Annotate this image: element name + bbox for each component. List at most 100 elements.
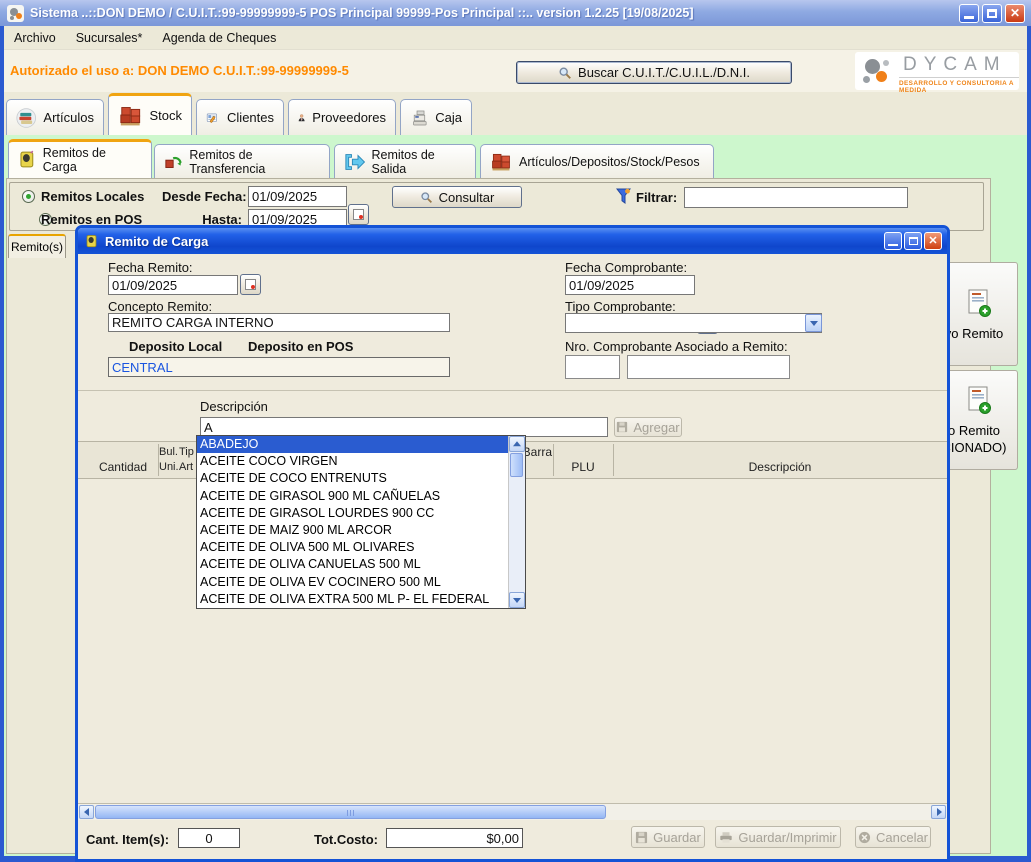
desde-calendar-button[interactable] <box>348 204 369 225</box>
nro-comprobante-input-2[interactable] <box>627 355 790 379</box>
main-tab-strip: Artículos Stock Clientes <box>4 92 1027 135</box>
suggestion-item[interactable]: ABADEJO <box>197 436 508 453</box>
concepto-remito-input[interactable] <box>108 313 450 332</box>
tot-costo-label: Tot.Costo: <box>314 832 378 847</box>
suggestion-item[interactable]: ACEITE DE OLIVA EV COCINERO 500 ML <box>197 574 508 591</box>
subtab-remitos-carga[interactable]: Remitos de Carga <box>8 139 152 178</box>
tot-costo-input[interactable] <box>386 828 523 848</box>
add-save-icon <box>616 421 628 433</box>
suggestion-item[interactable]: ACEITE DE COCO ENTRENUTS <box>197 470 508 487</box>
tab-caja-label: Caja <box>435 110 462 125</box>
new-document-icon <box>966 385 992 415</box>
dycam-logo: DYCAM DESARROLLO Y CONSULTORIA A MEDIDA <box>855 52 1019 90</box>
tab-clientes[interactable]: Clientes <box>196 99 284 135</box>
dialog-titlebar: Remito de Carga ✕ <box>78 228 947 254</box>
suggestion-item[interactable]: ACEITE DE GIRASOL 900 ML CAÑUELAS <box>197 488 508 505</box>
consultar-label: Consultar <box>439 190 495 205</box>
fecha-remito-input[interactable] <box>108 275 238 295</box>
subtab-remitos-salida[interactable]: Remitos de Salida <box>334 144 476 178</box>
search-icon <box>558 66 572 80</box>
fecha-comprobante-input[interactable] <box>565 275 695 295</box>
remitos-list-tab-label: Remito(s) <box>11 240 63 254</box>
suggestion-item[interactable]: ACEITE DE GIRASOL LOURDES 900 CC <box>197 505 508 522</box>
tab-caja[interactable]: Caja <box>400 99 472 135</box>
col-bul: Bul. <box>159 446 179 458</box>
subtab-remitos-transferencia-label: Remitos de Transferencia <box>189 148 320 176</box>
radio-remitos-locales[interactable] <box>22 190 35 203</box>
scroll-right-button[interactable] <box>931 805 946 819</box>
remito-de-carga-dialog: Remito de Carga ✕ Fecha Remito: Concepto… <box>75 225 950 862</box>
suggestion-item[interactable]: ACEITE DE OLIVA EXTRA 500 ML P- EL FEDER… <box>197 591 508 608</box>
descripcion-search-input[interactable] <box>200 417 608 437</box>
dialog-maximize-button[interactable] <box>904 232 922 250</box>
tab-stock[interactable]: Stock <box>108 93 192 135</box>
stock-boxes-icon <box>118 103 142 129</box>
window-title: Sistema ..::DON DEMO / C.U.I.T.:99-99999… <box>30 6 693 20</box>
suggestion-item[interactable]: ACEITE DE OLIVA 500 ML OLIVARES <box>197 539 508 556</box>
tab-articulos-label: Artículos <box>43 110 94 125</box>
application-window: Sistema ..::DON DEMO / C.U.I.T.:99-99999… <box>0 0 1031 862</box>
menu-item[interactable]: Sucursales* <box>66 28 153 48</box>
guardar-button[interactable]: Guardar <box>631 826 705 848</box>
scrollbar-thumb[interactable] <box>510 453 523 477</box>
menu-item[interactable]: Agenda de Cheques <box>152 28 286 48</box>
exit-arrow-icon <box>344 152 365 172</box>
suggestion-item[interactable]: ACEITE COCO VIRGEN <box>197 453 508 470</box>
agregar-label: Agregar <box>633 420 679 435</box>
cancelar-button[interactable]: Cancelar <box>855 826 931 848</box>
authorized-text: Autorizado el uso a: DON DEMO C.U.I.T.:9… <box>10 63 349 78</box>
grid-horizontal-scrollbar[interactable] <box>78 803 947 820</box>
minimize-button[interactable] <box>959 4 979 23</box>
tab-proveedores[interactable]: Proveedores <box>288 99 396 135</box>
descripcion-label: Descripción <box>200 399 268 414</box>
tab-articulos[interactable]: Artículos <box>6 99 104 135</box>
col-descripcion: Descripción <box>613 460 947 474</box>
desde-fecha-input[interactable] <box>248 186 347 207</box>
dialog-minimize-button[interactable] <box>884 232 902 250</box>
suggestion-item[interactable]: ACEITE DE OLIVA CANUELAS 500 ML <box>197 556 508 573</box>
tipo-comprobante-combo[interactable] <box>565 313 822 333</box>
nuevo-remito-button[interactable]: vo Remito <box>940 262 1018 366</box>
desde-fecha-label: Desde Fecha: <box>162 189 247 204</box>
scroll-up-button[interactable] <box>509 436 525 452</box>
guardar-imprimir-button[interactable]: Guardar/Imprimir <box>715 826 841 848</box>
subtab-remitos-transferencia[interactable]: Remitos de Transferencia <box>154 144 330 178</box>
suggestion-dropdown: ABADEJOACEITE COCO VIRGENACEITE DE COCO … <box>196 435 526 609</box>
nuevo-remito-seleccionado-button[interactable]: o Remito CIONADO) <box>940 370 1018 470</box>
filtrar-input[interactable] <box>684 187 908 208</box>
consultar-button[interactable]: Consultar <box>392 186 522 208</box>
menu-bar: ArchivoSucursales*Agenda de Cheques <box>4 26 1027 50</box>
remitos-list-tab[interactable]: Remito(s) <box>8 234 66 258</box>
client-card-icon <box>206 106 220 130</box>
cancel-icon <box>858 831 871 844</box>
suggestion-list: ABADEJOACEITE COCO VIRGENACEITE DE COCO … <box>197 436 508 608</box>
combo-dropdown-button[interactable] <box>805 314 822 332</box>
suggestion-item[interactable]: ACEITE DE MAIZ 900 ML ARCOR <box>197 522 508 539</box>
dialog-close-button[interactable]: ✕ <box>924 232 942 250</box>
nro-comprobante-input-1[interactable] <box>565 355 620 379</box>
cant-items-input[interactable] <box>178 828 240 848</box>
close-button[interactable]: ✕ <box>1005 4 1025 23</box>
horizontal-scrollbar-thumb[interactable] <box>95 805 606 819</box>
scroll-down-button[interactable] <box>509 592 525 608</box>
buscar-cuit-button[interactable]: Buscar C.U.I.T./C.U.I.L./D.N.I. <box>516 61 792 84</box>
agregar-button[interactable]: Agregar <box>614 417 682 437</box>
search-icon <box>420 191 433 204</box>
fecha-remito-calendar-button[interactable] <box>240 274 261 295</box>
suggestion-scrollbar[interactable] <box>508 436 525 608</box>
cash-register-icon <box>410 106 428 130</box>
guardar-label: Guardar <box>653 830 701 845</box>
deposito-input[interactable] <box>108 357 450 377</box>
buscar-cuit-label: Buscar C.U.I.T./C.U.I.L./D.N.I. <box>578 65 750 80</box>
scroll-left-button[interactable] <box>79 805 94 819</box>
maximize-button[interactable] <box>982 4 1002 23</box>
subtab-articulos-depositos[interactable]: Artículos/Depositos/Stock/Pesos <box>480 144 714 178</box>
header-area: Autorizado el uso a: DON DEMO C.U.I.T.:9… <box>4 50 1027 92</box>
radio-deposito-local-label: Deposito Local <box>129 339 222 354</box>
logo-title: DYCAM <box>903 54 1007 76</box>
dycam-logo-icon <box>863 57 893 85</box>
menu-item[interactable]: Archivo <box>4 28 66 48</box>
dialog-body: Fecha Remito: Concepto Remito: Deposito … <box>78 254 947 859</box>
filter-funnel-icon <box>616 188 631 205</box>
save-icon <box>635 831 648 844</box>
